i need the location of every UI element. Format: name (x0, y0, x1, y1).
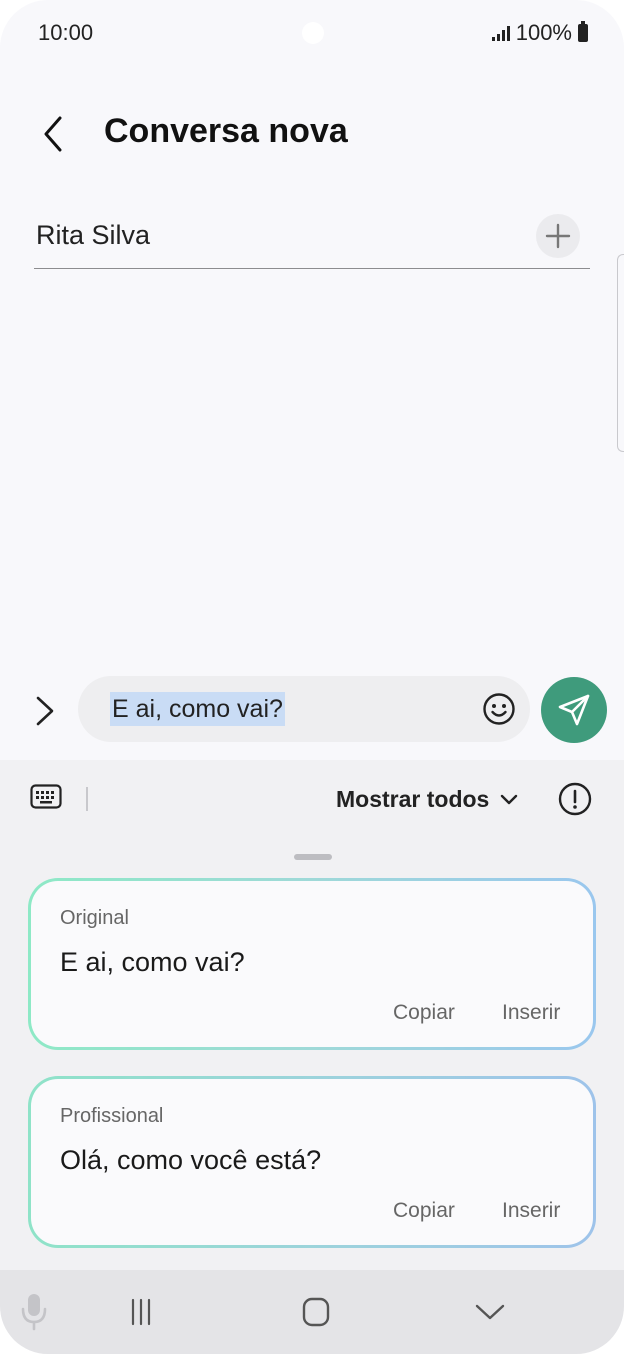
suggestion-card-body: Profissional Olá, como você está? Copiar… (31, 1079, 593, 1245)
show-all-dropdown[interactable]: Mostrar todos (336, 786, 519, 813)
battery-percent: 100% (515, 20, 572, 45)
copy-button[interactable]: Copiar (393, 1199, 455, 1223)
keyboard-button[interactable] (30, 784, 62, 810)
voice-input-button[interactable] (14, 1292, 54, 1332)
panel-toolbar: Mostrar todos (0, 760, 624, 840)
expand-attachments-button[interactable] (30, 694, 60, 728)
suggestion-label: Original (60, 907, 129, 929)
keyboard-icon (30, 784, 62, 809)
status-time: 10:00 (38, 20, 94, 45)
suggestion-card-professional[interactable]: Profissional Olá, como você está? Copiar… (28, 1076, 596, 1248)
suggestion-text: Olá, como você está? (60, 1145, 322, 1175)
recipient-field[interactable]: Rita Silva (34, 212, 590, 269)
send-icon (558, 694, 590, 726)
chevron-left-icon (44, 116, 62, 152)
insert-button[interactable]: Inserir (502, 1001, 560, 1025)
add-recipient-button[interactable] (536, 214, 580, 258)
navigation-bar (0, 1270, 624, 1354)
hide-keyboard-button[interactable] (470, 1292, 510, 1332)
recipient-name: Rita Silva (36, 220, 151, 250)
writing-assist-panel: Mostrar todos Original E ai, como vai? C… (0, 760, 624, 1270)
edge-panel-handle[interactable] (617, 254, 624, 452)
back-button[interactable] (34, 114, 74, 154)
drag-handle[interactable] (294, 854, 332, 860)
exclamation-circle-icon (558, 782, 592, 816)
message-composer: E ai, como vai? (0, 676, 624, 744)
page-title: Conversa nova (104, 112, 348, 150)
battery-icon (578, 21, 588, 42)
suggestion-label: Profissional (60, 1105, 164, 1127)
show-all-label: Mostrar todos (336, 786, 490, 812)
smiley-icon (483, 693, 515, 725)
app-header: Conversa nova (0, 100, 624, 170)
info-button[interactable] (558, 782, 592, 816)
message-input[interactable]: E ai, como vai? (78, 676, 530, 742)
signal-icon (491, 25, 510, 41)
microphone-icon (21, 1294, 47, 1331)
recents-icon (131, 1298, 151, 1326)
status-right: 100% (491, 20, 588, 46)
status-bar: 10:00 100% (0, 0, 624, 64)
send-button[interactable] (541, 677, 607, 743)
phone-screen: 10:00 100% Conversa nova Rita Silva E ai… (0, 0, 624, 1354)
copy-button[interactable]: Copiar (393, 1001, 455, 1025)
suggestion-text: E ai, como vai? (60, 947, 245, 977)
suggestion-card-body: Original E ai, como vai? Copiar Inserir (31, 881, 593, 1047)
insert-button[interactable]: Inserir (502, 1199, 560, 1223)
chevron-down-icon (501, 794, 518, 804)
chevron-right-icon (36, 696, 54, 726)
message-selected-text[interactable]: E ai, como vai? (110, 692, 285, 726)
home-icon (302, 1297, 330, 1327)
hide-keyboard-icon (475, 1304, 505, 1320)
recents-button[interactable] (121, 1292, 161, 1332)
home-button[interactable] (296, 1292, 336, 1332)
emoji-button[interactable] (482, 692, 516, 726)
camera-cutout (302, 22, 324, 44)
plus-icon (545, 223, 571, 249)
suggestion-card-original[interactable]: Original E ai, como vai? Copiar Inserir (28, 878, 596, 1050)
toolbar-divider (86, 787, 88, 811)
